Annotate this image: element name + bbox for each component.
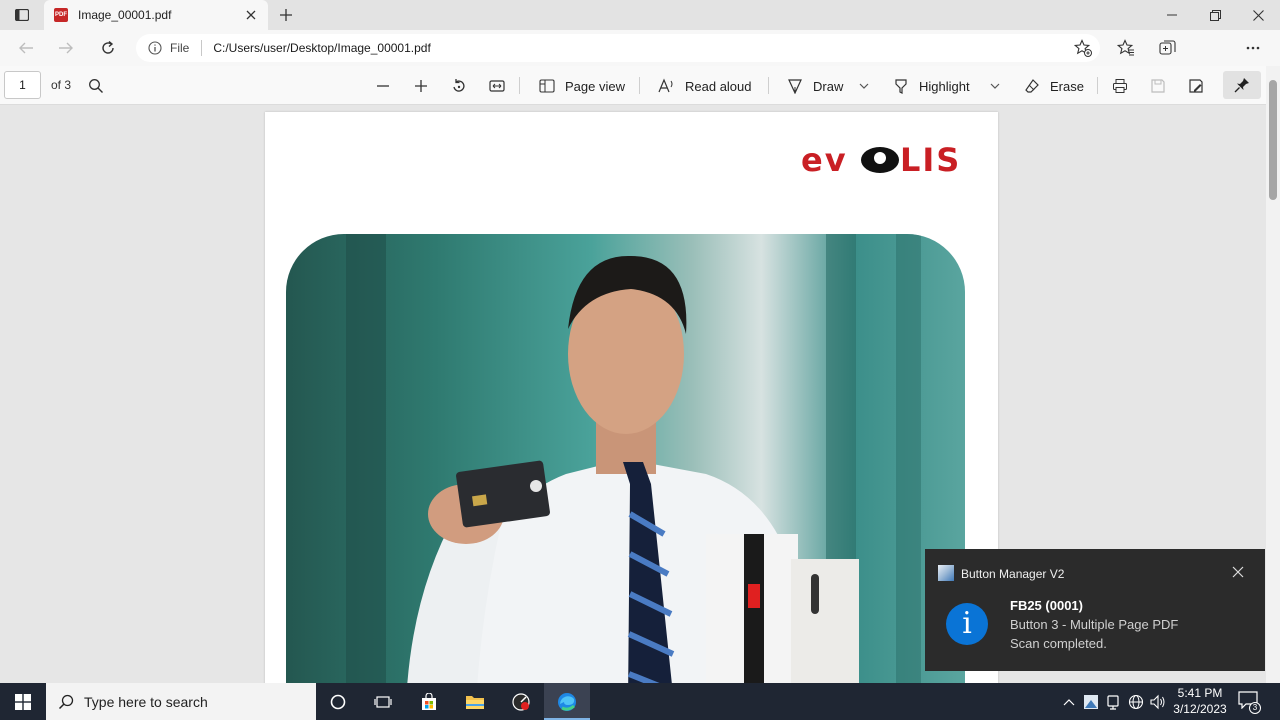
store-icon[interactable] <box>406 683 452 720</box>
volume-icon[interactable] <box>1148 692 1168 712</box>
device-icon[interactable] <box>1103 692 1123 712</box>
svg-text:ev: ev <box>801 142 848 178</box>
favorites-icon[interactable] <box>1116 38 1136 58</box>
forward-icon[interactable] <box>54 37 78 59</box>
highlight-label: Highlight <box>919 78 970 94</box>
read-aloud-button[interactable]: Read aloud <box>658 76 752 96</box>
zoom-in-icon[interactable] <box>414 76 438 96</box>
save-as-icon[interactable] <box>1188 76 1214 96</box>
clock[interactable]: 5:41 PM 3/12/2023 <box>1172 685 1228 717</box>
draw-icon <box>788 79 802 94</box>
pin-icon[interactable] <box>1223 71 1261 99</box>
close-icon[interactable] <box>1232 566 1246 580</box>
add-favorite-icon[interactable] <box>1074 39 1092 57</box>
erase-button[interactable]: Erase <box>1024 76 1084 96</box>
notification-count-badge: 3 <box>1249 702 1261 714</box>
highlight-icon <box>895 79 907 94</box>
clock-time: 5:41 PM <box>1177 686 1223 700</box>
address-scheme: File <box>170 41 190 55</box>
address-bar: File C:/Users/user/Desktop/Image_00001.p… <box>0 30 1280 88</box>
toolbar-divider <box>1097 77 1098 94</box>
page-view-label: Page view <box>565 78 625 94</box>
search-icon[interactable] <box>88 76 114 96</box>
tab-title: Image_00001.pdf <box>78 8 172 22</box>
product-photo <box>286 234 965 683</box>
draw-label: Draw <box>813 78 844 94</box>
cortana-icon[interactable] <box>315 683 361 720</box>
search-placeholder: Type here to search <box>84 693 208 710</box>
windows-icon[interactable] <box>0 683 46 720</box>
more-icon[interactable] <box>1243 38 1263 58</box>
chevron-down-icon <box>859 83 869 89</box>
read-aloud-label: Read aloud <box>685 78 752 94</box>
pdf-icon: PDF <box>54 8 68 22</box>
file-explorer-icon[interactable] <box>452 683 498 720</box>
draw-options-button[interactable] <box>859 76 879 96</box>
clock-date: 3/12/2023 <box>1173 702 1227 716</box>
info-icon: i <box>946 603 988 645</box>
restore-icon[interactable] <box>1193 0 1237 30</box>
print-icon[interactable] <box>1112 76 1138 96</box>
tab-active[interactable]: PDF Image_00001.pdf <box>44 0 268 30</box>
address-divider <box>201 40 203 56</box>
minimize-icon[interactable] <box>1150 0 1194 30</box>
address-field[interactable]: File C:/Users/user/Desktop/Image_00001.p… <box>136 34 1100 62</box>
toolbar-divider <box>639 77 640 94</box>
notification-toast[interactable]: Button Manager V2 i FB25 (0001) Button 3… <box>925 549 1265 671</box>
vertical-scrollbar[interactable] <box>1266 66 1280 683</box>
network-icon[interactable] <box>1126 692 1146 712</box>
pdf-page: ev LIS <box>265 112 998 683</box>
refresh-icon[interactable] <box>96 37 120 59</box>
plus-icon[interactable] <box>276 5 296 25</box>
toast-title: FB25 (0001) <box>1010 598 1083 613</box>
highlight-options-button[interactable] <box>990 76 1010 96</box>
title-bar: PDF Image_00001.pdf <box>0 0 1280 30</box>
save-icon[interactable] <box>1150 76 1176 96</box>
page-total: of 3 <box>51 78 72 92</box>
page-view-icon <box>539 79 555 93</box>
rotate-icon[interactable] <box>451 76 477 96</box>
chevron-up-icon[interactable] <box>1059 692 1079 712</box>
toast-message: Button 3 - Multiple Page PDF <box>1010 617 1179 632</box>
info-icon[interactable] <box>148 41 162 55</box>
toolbar-divider <box>519 77 520 94</box>
close-icon[interactable] <box>244 8 258 22</box>
highlight-button[interactable]: Highlight <box>893 76 970 96</box>
toolbar-divider <box>768 77 769 94</box>
pdf-toolbar: 1 of 3 Page view Read aloud Draw Highlig… <box>0 66 1280 105</box>
erase-label: Erase <box>1050 78 1084 94</box>
taskbar-search[interactable]: Type here to search <box>46 683 316 720</box>
button-manager-tray-icon[interactable] <box>1081 692 1101 712</box>
back-icon[interactable] <box>14 37 38 59</box>
draw-button[interactable]: Draw <box>787 76 843 96</box>
window-close-icon[interactable] <box>1236 0 1280 30</box>
zoom-out-icon[interactable] <box>376 76 400 96</box>
read-aloud-icon <box>658 78 673 93</box>
erase-icon <box>1025 79 1039 93</box>
edge-icon[interactable] <box>544 683 590 720</box>
toast-app-name: Button Manager V2 <box>961 567 1065 581</box>
collections-icon[interactable] <box>1158 38 1178 58</box>
fit-icon[interactable] <box>489 76 515 96</box>
search-icon <box>58 694 74 709</box>
taskbar: Type here to search 5:41 PM 3/12/2023 3 <box>0 683 1280 720</box>
page-number-input[interactable]: 1 <box>4 71 41 99</box>
toast-status: Scan completed. <box>1010 636 1107 651</box>
tab-actions-icon[interactable] <box>8 5 36 25</box>
scrollbar-thumb[interactable] <box>1269 80 1277 200</box>
app-icon[interactable] <box>498 683 544 720</box>
page-view-button[interactable]: Page view <box>539 76 625 96</box>
chevron-down-icon <box>990 83 1000 89</box>
svg-text:LIS: LIS <box>900 142 961 178</box>
task-view-icon[interactable] <box>360 683 406 720</box>
evolis-logo: ev LIS <box>801 142 963 178</box>
button-manager-icon <box>938 565 954 581</box>
address-url[interactable]: C:/Users/user/Desktop/Image_00001.pdf <box>213 41 430 55</box>
